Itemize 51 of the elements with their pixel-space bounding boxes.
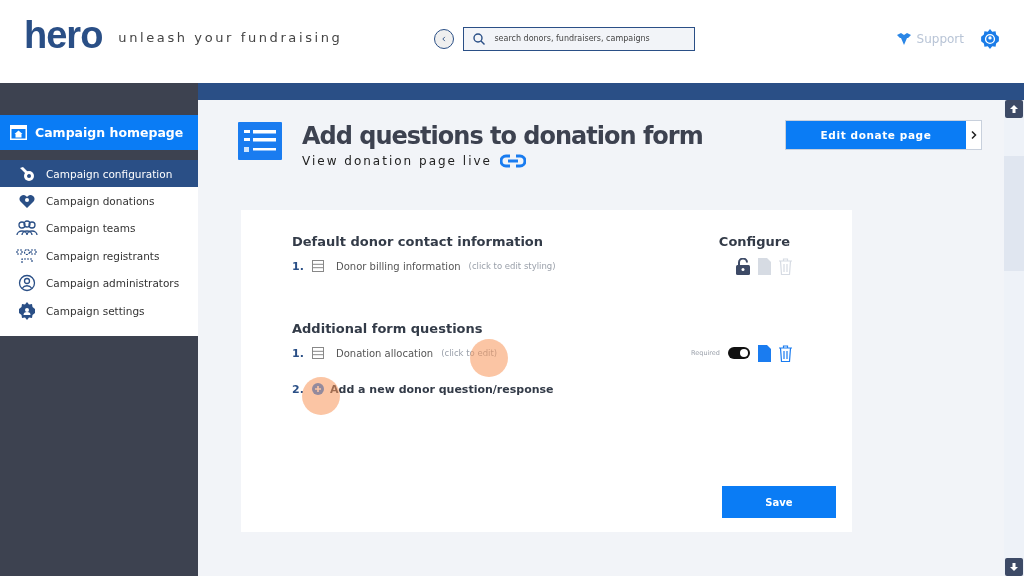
- campaign-homepage-link[interactable]: Campaign homepage: [0, 115, 198, 150]
- admin-icon: [18, 274, 36, 293]
- edit-donate-page-button[interactable]: Edit donate page: [786, 121, 966, 149]
- add-question-link[interactable]: Add a new donor question/response: [330, 382, 554, 396]
- scroll-up-button[interactable]: [1005, 100, 1023, 118]
- view-live-link[interactable]: View donation page live: [302, 154, 492, 168]
- chevron-button[interactable]: [966, 121, 981, 149]
- heart-icon: [18, 192, 36, 211]
- question-number: 1.: [292, 346, 305, 360]
- required-toggle[interactable]: [728, 347, 750, 359]
- question-number: 2.: [292, 382, 305, 396]
- sidebar-item[interactable]: Campaign administrators: [0, 269, 198, 297]
- back-button[interactable]: [434, 28, 455, 49]
- edit-hint: (click to edit styling): [468, 261, 556, 271]
- account-gear-icon[interactable]: [980, 28, 1000, 49]
- chevron-right-icon: [969, 130, 978, 140]
- padlock-icon[interactable]: [736, 257, 750, 275]
- section-title: Default donor contact information: [292, 234, 544, 249]
- chevron-left-icon: [441, 33, 448, 44]
- arrow-up-icon: [1009, 104, 1019, 114]
- sidebar-item[interactable]: Campaign teams: [0, 214, 198, 243]
- field-icon: [312, 347, 324, 359]
- page-title: Add questions to donation form: [302, 122, 703, 150]
- link-icon[interactable]: [499, 154, 526, 168]
- field-icon: [312, 260, 324, 272]
- sidebar-item[interactable]: Campaign configuration: [0, 160, 198, 188]
- form-list-icon: [238, 122, 282, 160]
- sidebar-item[interactable]: Campaign settings: [0, 296, 198, 325]
- document-icon[interactable]: [758, 344, 771, 362]
- arrow-down-icon: [1009, 562, 1019, 572]
- save-button[interactable]: Save: [722, 486, 836, 518]
- tagline: unleash your fundraising: [118, 30, 343, 45]
- trash-icon[interactable]: [779, 344, 792, 362]
- support-icon: [896, 32, 911, 45]
- gear-icon: [18, 301, 36, 320]
- logo[interactable]: hero: [24, 14, 103, 57]
- search-field[interactable]: search donors, fundraisers, campaigns: [463, 26, 696, 51]
- sidebar-item[interactable]: Campaign registrants: [0, 242, 198, 270]
- column-title: Configure: [718, 234, 790, 249]
- section-title: Additional form questions: [292, 321, 483, 336]
- document-icon: [758, 257, 771, 275]
- team-icon: [16, 219, 38, 238]
- sidebar-item[interactable]: Campaign donations: [0, 187, 198, 215]
- people-icon: [16, 247, 38, 264]
- home-icon: [10, 125, 27, 140]
- wrench-gear-icon: [18, 164, 36, 183]
- trash-icon: [779, 257, 792, 275]
- scroll-down-button[interactable]: [1005, 558, 1023, 576]
- question-label[interactable]: Donor billing information: [336, 260, 461, 272]
- question-number: 1.: [292, 259, 305, 273]
- question-label[interactable]: Donation allocation: [336, 347, 434, 359]
